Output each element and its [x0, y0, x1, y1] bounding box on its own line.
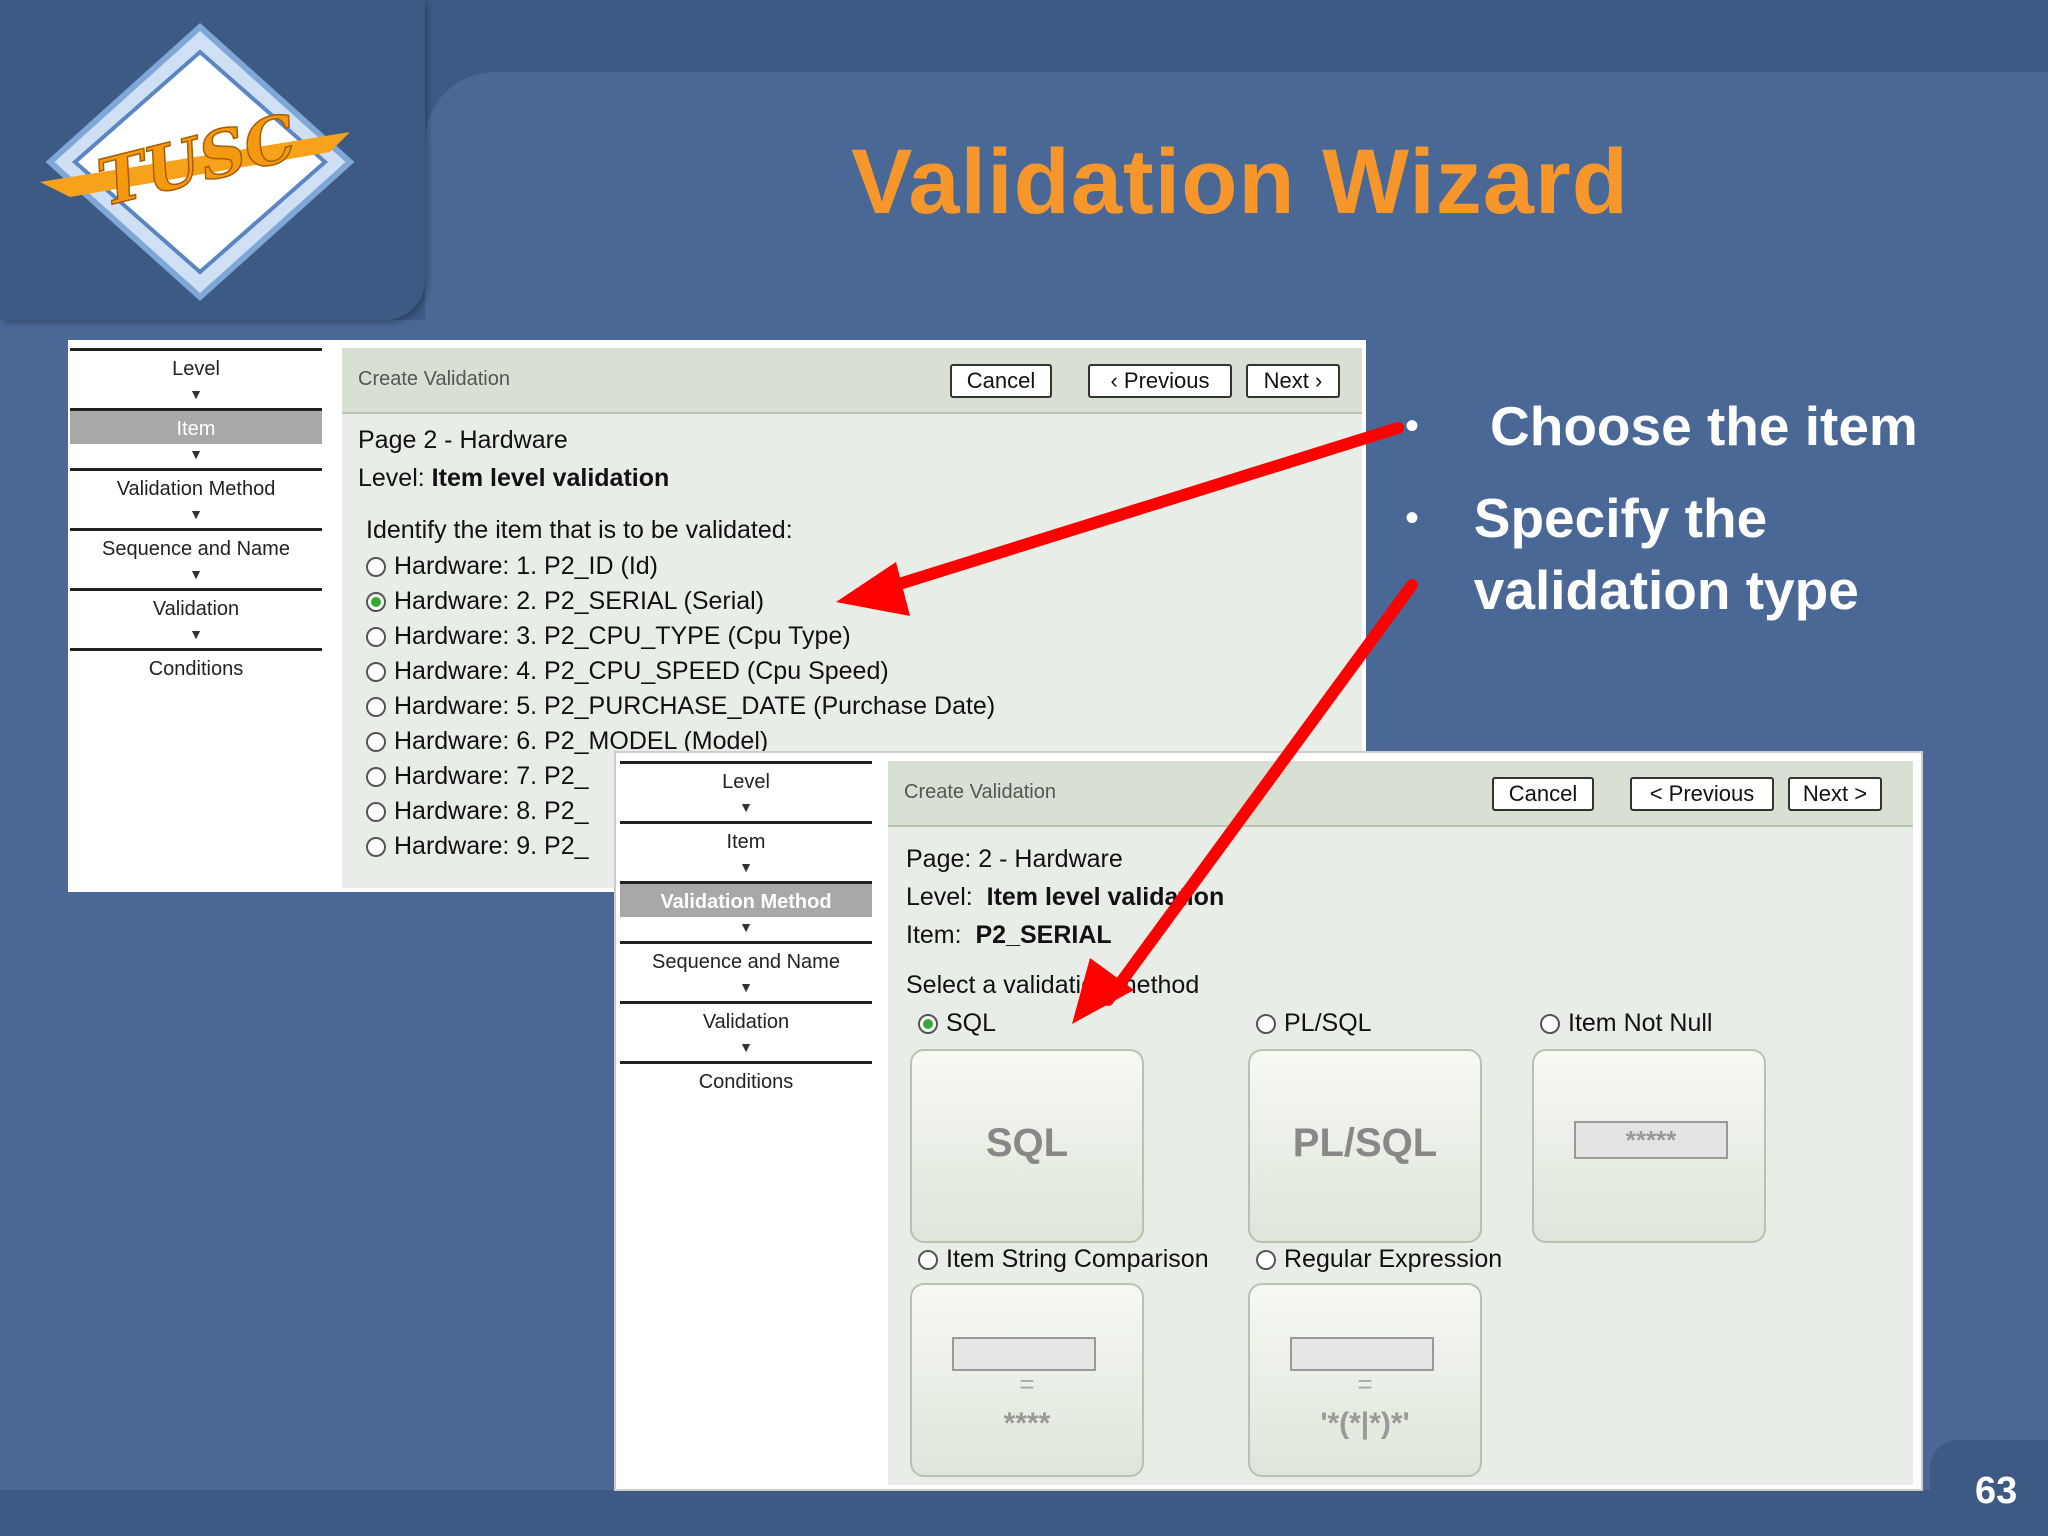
page-number: 63 — [1975, 1470, 2018, 1512]
arrow-to-item — [836, 422, 1404, 616]
annotation-arrows — [836, 422, 1418, 1024]
arrow-to-sql — [1072, 579, 1418, 1024]
